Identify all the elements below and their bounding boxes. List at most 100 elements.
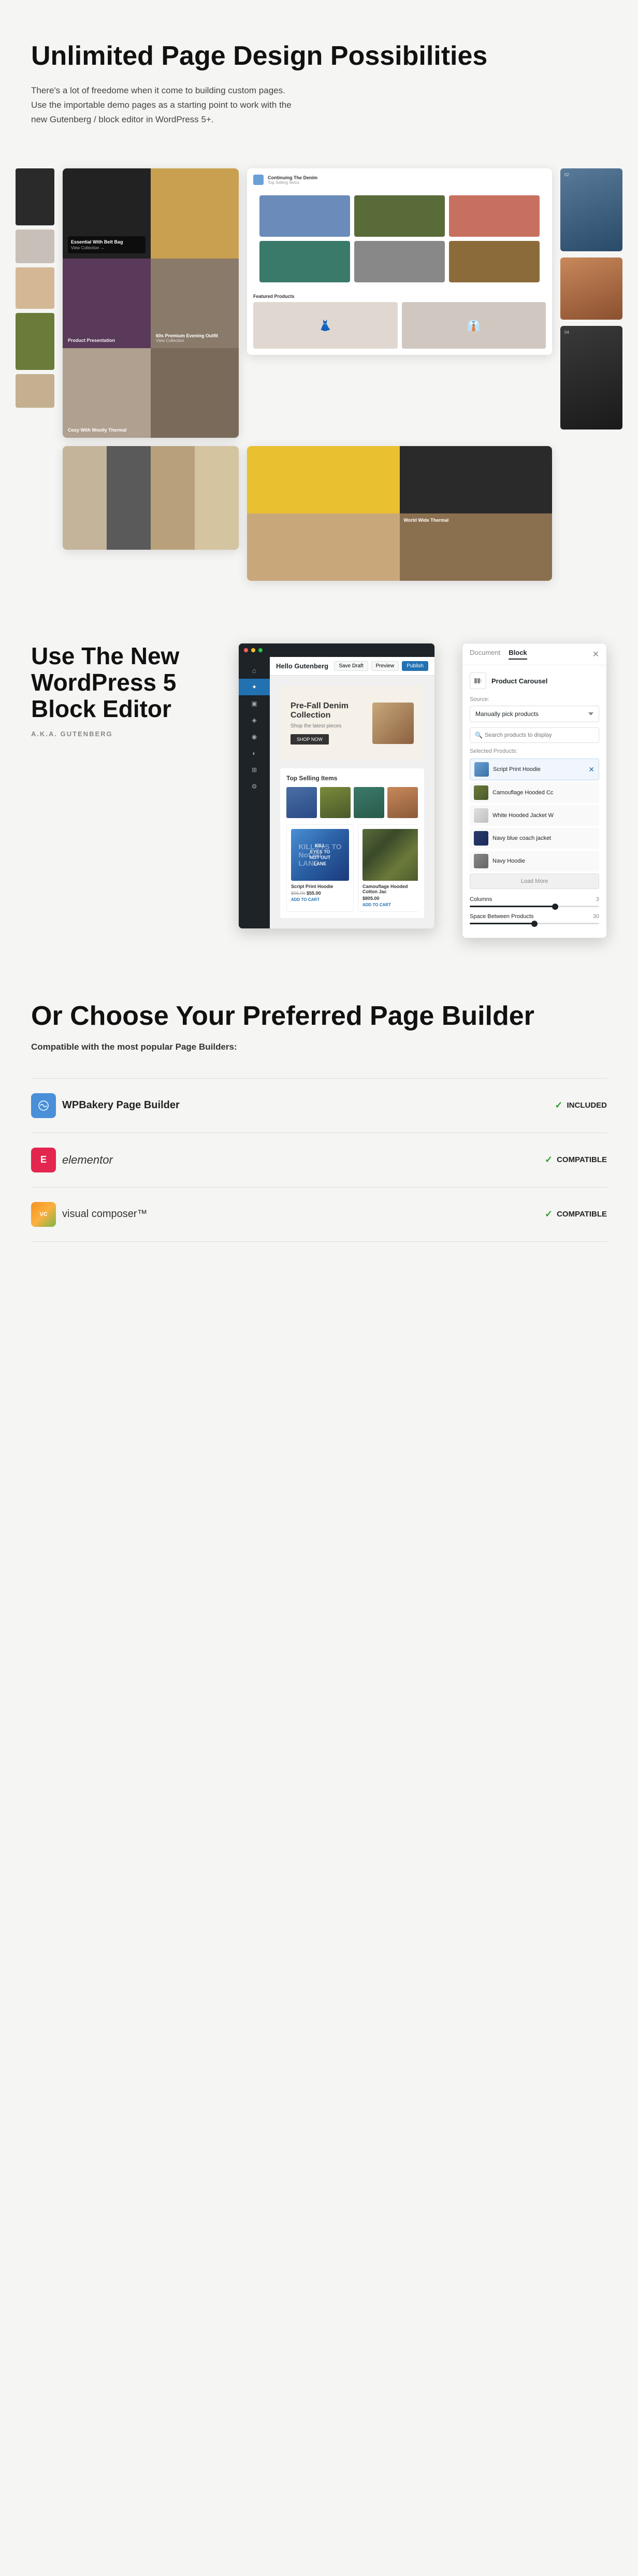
add-to-cart-1[interactable]: ADD TO CART (291, 897, 349, 902)
wp-admin-body: ⌂ ✦ ▣ ◈ ◉ ◐ ⊞ ⚙ Hello Gutenberg Save Dra… (239, 657, 434, 928)
sidebar-media: ◈ (239, 712, 270, 728)
page-builder-heading: Or Choose Your Preferred Page Builder (31, 1001, 607, 1031)
wpbakery-status: ✓ INCLUDED (555, 1100, 607, 1111)
center-mockup-area: Continuing The Denim Top Selling Items F… (247, 168, 552, 355)
close-panel-button[interactable]: ✕ (592, 649, 599, 660)
top-item-1 (286, 787, 317, 818)
add-to-cart-2[interactable]: ADD TO CART (363, 903, 418, 907)
sidebar-pages: ▣ (239, 695, 270, 712)
product-search-input[interactable] (470, 727, 599, 743)
remove-product-1[interactable]: ✕ (588, 765, 594, 774)
vc-status: ✓ COMPATIBLE (545, 1209, 607, 1220)
product-thumb-2 (474, 785, 488, 800)
wp-editor-actions: Save Draft Preview Publish (334, 661, 428, 671)
hero-image (372, 703, 414, 744)
carousel-product-title-2: Camouflage Hooded Cotton Jac (363, 884, 418, 894)
block-editor-text-area: Use The New WordPress 5 Block Editor A.K… (31, 643, 207, 738)
product-thumb-3 (474, 808, 488, 823)
bottom-cell-3 (151, 446, 195, 550)
wpbakery-status-text: INCLUDED (567, 1101, 607, 1110)
selected-products-label: Selected Products: (470, 748, 599, 754)
space-slider-thumb[interactable] (531, 921, 538, 927)
top-item-4 (387, 787, 418, 818)
selected-product-1[interactable]: Script Print Hoodie ✕ (470, 759, 599, 780)
columns-slider-thumb[interactable] (552, 904, 558, 910)
carousel-icon (474, 677, 482, 685)
product-card-5 (354, 241, 445, 282)
tab-block[interactable]: Block (509, 649, 527, 660)
wpbakery-icon (31, 1093, 56, 1118)
product-thumb-1 (474, 762, 489, 777)
builder-item-wpbakery: WPBakery Page Builder ✓ INCLUDED (31, 1078, 607, 1133)
hero-heading: Unlimited Page Design Possibilities (31, 41, 607, 71)
space-label: Space Between Products (470, 913, 534, 920)
dot-yellow (251, 648, 255, 652)
vc-check: ✓ (545, 1209, 553, 1220)
search-icon: 🔍 (475, 732, 483, 739)
builder-item-elementor: E elementor ✓ COMPATIBLE (31, 1133, 607, 1187)
elementor-logo: E elementor (31, 1148, 545, 1172)
block-panel-header: Document Block ✕ (462, 643, 606, 665)
selected-product-3[interactable]: White Hooded Jacket W (470, 805, 599, 826)
wp-preview[interactable]: Preview (371, 661, 399, 671)
right-photo-1: 02 (560, 168, 622, 251)
page-builder-subtitle: Compatible with the most popular Page Bu… (31, 1042, 607, 1052)
product-name-1: Script Print Hoodie (493, 766, 541, 772)
product-card-3 (449, 195, 540, 237)
top-item-2 (320, 787, 351, 818)
collage-cell-4: 60s Premium Evening Outfit View Collecti… (151, 259, 239, 348)
page-builder-section: Or Choose Your Preferred Page Builder Co… (0, 960, 638, 1283)
columns-slider-track[interactable] (470, 906, 599, 907)
block-type-row: Product Carousel (470, 672, 599, 689)
sidebar-settings: ⚙ (239, 778, 270, 795)
carousel-product-title-1: Script Print Hoodie (291, 884, 349, 889)
strip-photo-5 (16, 374, 54, 408)
space-slider-track[interactable] (470, 923, 599, 924)
wp-content: Hello Gutenberg Save Draft Preview Publi… (270, 657, 434, 928)
hero-subtitle: Shop the latest pieces (291, 723, 364, 729)
hero-description: There's a lot of freedome when it come t… (31, 83, 300, 127)
columns-slider-section: Columns 3 (470, 896, 599, 907)
price-2: $805.00 (363, 896, 380, 901)
load-more-button[interactable]: Load More (470, 874, 599, 889)
hero-section: Unlimited Page Design Possibilities Ther… (0, 0, 638, 158)
collage-cell-5: Cosy With Woolly Thermal (63, 348, 151, 438)
tab-document[interactable]: Document (470, 649, 500, 660)
columns-label-row: Columns 3 (470, 896, 599, 903)
wp-publish[interactable]: Publish (402, 661, 428, 671)
sidebar-posts: ✦ (239, 679, 270, 695)
selected-product-2[interactable]: Camouflage Hooded Cc (470, 782, 599, 803)
block-panel: Document Block ✕ Product Carousel (462, 643, 607, 938)
elementor-status-text: COMPATIBLE (557, 1155, 607, 1164)
source-select[interactable]: Manually pick products (470, 706, 599, 722)
vc-logo-text: VC (39, 1211, 47, 1218)
wp-save-draft[interactable]: Save Draft (334, 661, 368, 671)
hero-cta-btn[interactable]: SHOP NOW (291, 734, 329, 745)
featured-2: 👔 (402, 302, 546, 349)
product-carousel-block: KILLEYES TONOT OUTLANE Script Print Hood… (286, 824, 418, 912)
source-label: Source: (470, 696, 599, 703)
main-collage-grid: Essential With Belt Bag View Collection … (63, 168, 239, 438)
sidebar-comments: ◉ (239, 728, 270, 745)
bottom-collage (63, 446, 239, 550)
hero-text: Pre-Fall Denim Collection Shop the lates… (291, 702, 364, 745)
selected-product-5[interactable]: Navy Hoodie (470, 851, 599, 871)
old-price-1: $66.00 (291, 891, 306, 896)
dot-red (244, 648, 248, 652)
wpbakery-logo: WPBakery Page Builder (31, 1093, 555, 1118)
space-slider-section: Space Between Products 30 (470, 913, 599, 924)
sidebar-dashboard: ⌂ (239, 662, 270, 679)
main-collage: Essential With Belt Bag View Collection … (63, 168, 239, 438)
block-editor-section: Use The New WordPress 5 Block Editor A.K… (0, 602, 638, 960)
product-thumb-5 (474, 854, 488, 868)
block-panel-tabs: Document Block (470, 649, 527, 660)
bottom-cell-2 (107, 446, 151, 550)
carousel-product-img-2 (363, 829, 418, 881)
selected-product-4[interactable]: Navy blue coach jacket (470, 828, 599, 849)
hero-title: Pre-Fall Denim Collection (291, 702, 364, 720)
vc-icon: VC (31, 1202, 56, 1227)
elementor-logo-letter: E (40, 1154, 47, 1165)
gutenberg-demo: ⌂ ✦ ▣ ◈ ◉ ◐ ⊞ ⚙ Hello Gutenberg Save Dra… (238, 643, 607, 929)
block-type-icon (470, 672, 486, 689)
block-panel-body: Product Carousel Source: Manually pick p… (462, 665, 606, 938)
